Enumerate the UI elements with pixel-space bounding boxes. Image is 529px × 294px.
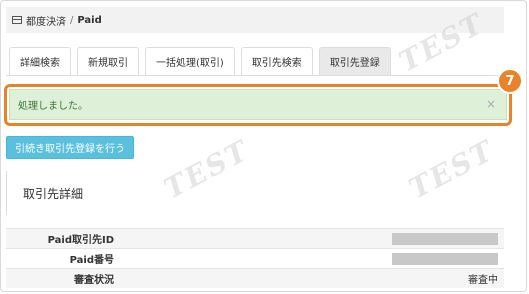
detail-label: Paid取引先ID xyxy=(47,235,114,246)
detail-value xyxy=(114,252,504,265)
table-row: Paid番号 xyxy=(6,248,504,268)
breadcrumb-parent[interactable]: 都度決済 xyxy=(26,13,66,28)
table-row: 審査状況 審査中 xyxy=(6,268,504,288)
masked-value xyxy=(392,252,498,265)
tab-new-transaction[interactable]: 新規取引 xyxy=(77,47,139,75)
step-number-badge: 7 xyxy=(497,68,523,94)
tab-detail-search[interactable]: 詳細検索 xyxy=(9,47,71,75)
breadcrumb: 都度決済 / Paid xyxy=(6,7,504,33)
detail-table: Paid取引先ID Paid番号 審査状況 審査中 xyxy=(6,228,504,288)
tab-bar: 詳細検索 新規取引 一括処理(取引) 取引先検索 取引先登録 xyxy=(6,45,504,76)
tab-bulk-process[interactable]: 一括処理(取引) xyxy=(145,47,235,75)
breadcrumb-current: Paid xyxy=(77,14,102,26)
detail-label: 審査状況 xyxy=(74,275,114,286)
breadcrumb-separator: / xyxy=(70,14,74,26)
detail-value xyxy=(114,232,504,245)
page-frame: 都度決済 / Paid 詳細検索 新規取引 一括処理(取引) 取引先検索 取引先… xyxy=(0,0,527,292)
tab-customer-search[interactable]: 取引先検索 xyxy=(240,47,313,75)
tab-customer-register[interactable]: 取引先登録 xyxy=(318,47,391,75)
window-icon xyxy=(12,16,22,24)
highlight-outline xyxy=(4,84,512,126)
detail-label: Paid番号 xyxy=(69,255,114,266)
section-title: 取引先詳細 xyxy=(6,171,504,215)
continue-register-button[interactable]: 引続き取引先登録を行う xyxy=(6,136,134,159)
table-row: Paid取引先ID xyxy=(6,228,504,248)
detail-value: 審査中 xyxy=(468,275,498,286)
masked-value xyxy=(392,232,498,245)
